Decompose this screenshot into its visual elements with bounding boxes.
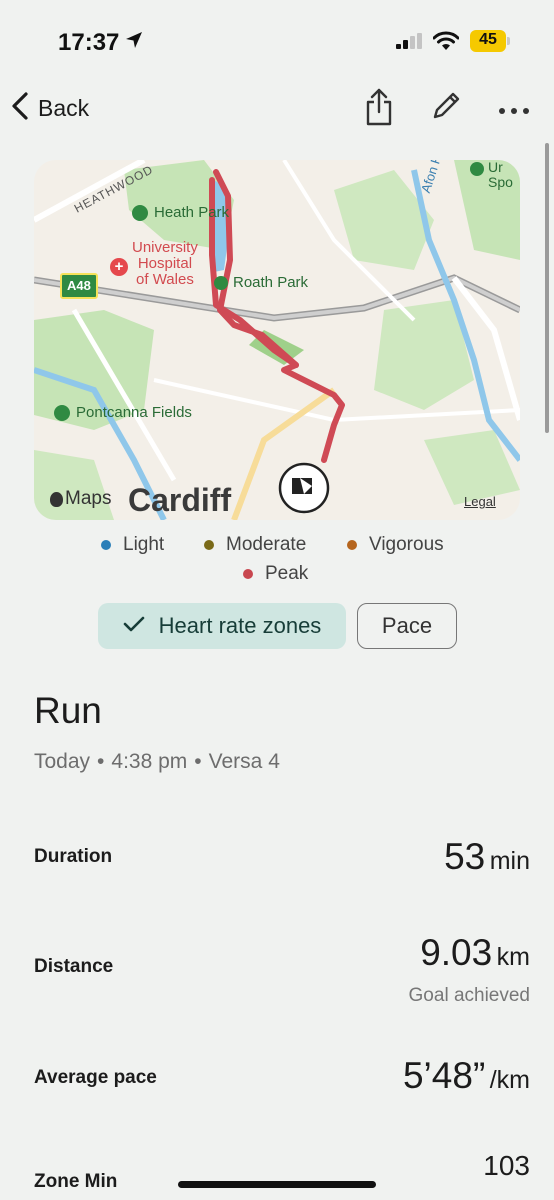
location-arrow-icon	[124, 30, 144, 55]
heart-rate-zones-label: Heart rate zones	[158, 613, 322, 638]
duration-value: 53 min	[444, 836, 530, 878]
distance-value: 9.03 km	[420, 932, 530, 974]
wifi-icon	[432, 31, 460, 56]
cardiff-label: Cardiff	[128, 482, 232, 518]
activity-title: Run	[34, 690, 102, 731]
map-poi-sports[interactable]: Ur Spo	[470, 160, 513, 190]
hospital-label: University Hospital of Wales	[132, 239, 198, 288]
legend-item-light: Light	[101, 534, 164, 556]
activity-device: Versa 4	[208, 750, 280, 773]
legend-item-vigorous: Vigorous	[347, 534, 444, 556]
navigation-bar: Back	[0, 80, 554, 136]
zone-min-number: 103	[483, 1150, 530, 1181]
average-pace-unit: /km	[489, 1066, 530, 1094]
legend-label: Moderate	[226, 534, 307, 555]
distance-label: Distance	[34, 956, 114, 977]
pontcanna-label: Pontcanna Fields	[76, 404, 192, 421]
distance-unit: km	[496, 943, 530, 971]
a48-label: A48	[67, 278, 91, 293]
status-bar: 17:37 45	[0, 0, 554, 80]
activity-time: 4:38 pm	[111, 750, 188, 773]
back-button[interactable]: Back	[10, 90, 89, 126]
duration-unit: min	[489, 847, 530, 875]
legend-label: Peak	[265, 563, 309, 584]
duration-label: Duration	[34, 846, 113, 867]
map-city-label: Cardiff	[128, 482, 231, 519]
sports-icon	[54, 404, 70, 421]
pace-label: Pace	[381, 613, 433, 638]
legend-item-moderate: Moderate	[204, 534, 306, 556]
sports-label: Ur Spo	[488, 160, 513, 190]
park-icon	[214, 275, 228, 290]
checkmark-icon	[123, 613, 145, 639]
average-pace-value: 5’48” /km	[403, 1055, 530, 1097]
activity-subtitle: Today • 4:38 pm • Versa 4	[34, 750, 280, 774]
heart-rate-legend: Light Moderate Vigorous Peak	[0, 532, 554, 592]
chevron-left-icon	[10, 91, 30, 126]
duration-number: 53	[444, 836, 486, 877]
heath-park-label: Heath Park	[154, 204, 230, 221]
map-road-a48[interactable]: A48	[60, 273, 98, 299]
share-icon	[364, 88, 394, 130]
separator: •	[194, 750, 202, 773]
park-icon	[132, 204, 148, 221]
legend-dot	[243, 569, 253, 579]
route-map[interactable]: HEATHWOOD Heath Park + University Hospit…	[34, 160, 520, 520]
cellular-signal-icon	[396, 33, 424, 54]
legend-dot	[101, 540, 111, 550]
distance-goal-note: Goal achieved	[408, 985, 530, 1006]
heart-rate-zones-toggle[interactable]: Heart rate zones	[98, 603, 346, 649]
share-button[interactable]	[364, 88, 394, 131]
scroll-indicator[interactable]	[545, 143, 549, 433]
battery-icon: 45	[470, 30, 510, 52]
legend-dot	[347, 540, 357, 550]
roath-park-label: Roath Park	[233, 274, 309, 291]
legend-label: Light	[123, 534, 165, 555]
battery-level: 45	[479, 31, 497, 48]
zone-min-value: 103	[483, 1150, 530, 1182]
pace-toggle[interactable]: Pace	[357, 603, 457, 649]
map-poi-heath-park[interactable]: Heath Park	[132, 204, 229, 221]
average-pace-label: Average pace	[34, 1067, 157, 1088]
more-options-button[interactable]	[498, 102, 530, 120]
legal-link[interactable]: Legal	[464, 494, 496, 509]
legend-label: Vigorous	[369, 534, 444, 555]
sports-icon	[470, 162, 484, 176]
back-label: Back	[38, 94, 90, 121]
apple-logo-icon	[50, 491, 63, 507]
average-pace-number: 5’48”	[402, 1055, 486, 1096]
map-canvas	[34, 160, 520, 520]
hospital-icon: +	[110, 258, 128, 276]
maps-label: Maps	[65, 488, 112, 509]
more-icon	[498, 102, 530, 119]
pencil-icon	[430, 92, 462, 126]
legal-label: Legal	[464, 494, 496, 509]
status-time: 17:37	[58, 29, 120, 56]
distance-number: 9.03	[420, 932, 493, 973]
activity-date: Today	[34, 750, 91, 773]
legend-dot	[204, 540, 214, 550]
maps-attribution: Maps	[50, 488, 111, 510]
map-poi-roath-park[interactable]: Roath Park	[214, 274, 308, 291]
legend-item-peak: Peak	[243, 563, 308, 585]
home-indicator[interactable]	[178, 1181, 376, 1188]
separator: •	[97, 750, 105, 773]
edit-button[interactable]	[430, 90, 462, 127]
map-poi-pontcanna[interactable]: Pontcanna Fields	[54, 404, 192, 421]
map-poi-hospital[interactable]: + University Hospital of Wales	[110, 240, 198, 288]
zone-min-label: Zone Min	[34, 1171, 118, 1192]
